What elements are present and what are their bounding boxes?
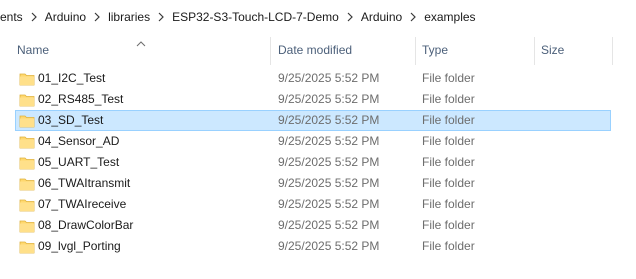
file-date-modified: 9/25/2025 5:52 PM bbox=[278, 71, 380, 85]
chevron-right-icon[interactable] bbox=[404, 10, 422, 24]
column-date-modified[interactable]: Date modified bbox=[278, 33, 352, 67]
column-size[interactable]: Size bbox=[541, 33, 564, 67]
folder-icon bbox=[19, 218, 35, 234]
file-date-modified: 9/25/2025 5:52 PM bbox=[278, 134, 380, 148]
file-explorer: ents Arduino libraries ESP32-S3-Touch-LC… bbox=[0, 0, 636, 279]
folder-icon bbox=[19, 92, 35, 108]
file-date-modified: 9/25/2025 5:52 PM bbox=[278, 197, 380, 211]
breadcrumb: ents Arduino libraries ESP32-S3-Touch-LC… bbox=[0, 0, 636, 33]
breadcrumb-item-demo[interactable]: ESP32-S3-Touch-LCD-7-Demo bbox=[170, 10, 341, 24]
list-item[interactable]: 05_UART_Test 9/25/2025 5:52 PM File fold… bbox=[15, 152, 611, 173]
file-type: File folder bbox=[422, 134, 475, 148]
chevron-right-icon[interactable] bbox=[25, 10, 43, 24]
sort-ascending-icon bbox=[136, 36, 146, 50]
list-item[interactable]: 07_TWAIreceive 9/25/2025 5:52 PM File fo… bbox=[15, 194, 611, 215]
file-name: 03_SD_Test bbox=[38, 113, 104, 127]
file-name: 08_DrawColorBar bbox=[38, 218, 134, 232]
column-name[interactable]: Name bbox=[17, 33, 49, 67]
list-item[interactable]: 03_SD_Test 9/25/2025 5:52 PM File folder bbox=[15, 110, 611, 131]
file-date-modified: 9/25/2025 5:52 PM bbox=[278, 176, 380, 190]
folder-icon bbox=[19, 113, 35, 129]
file-type: File folder bbox=[422, 197, 475, 211]
folder-icon bbox=[19, 197, 35, 213]
chevron-right-icon[interactable] bbox=[341, 10, 359, 24]
chevron-right-icon[interactable] bbox=[152, 10, 170, 24]
folder-icon bbox=[19, 134, 35, 150]
chevron-right-icon[interactable] bbox=[88, 10, 106, 24]
folder-icon bbox=[19, 71, 35, 87]
file-type: File folder bbox=[422, 155, 475, 169]
column-divider[interactable] bbox=[534, 37, 535, 65]
breadcrumb-item-examples[interactable]: examples bbox=[422, 10, 477, 24]
file-date-modified: 9/25/2025 5:52 PM bbox=[278, 92, 380, 106]
file-name: 04_Sensor_AD bbox=[38, 134, 120, 148]
folder-icon bbox=[19, 239, 35, 255]
list-item[interactable]: 09_lvgl_Porting 9/25/2025 5:52 PM File f… bbox=[15, 236, 611, 257]
file-type: File folder bbox=[422, 113, 475, 127]
file-type: File folder bbox=[422, 176, 475, 190]
file-type: File folder bbox=[422, 218, 475, 232]
breadcrumb-item-libraries[interactable]: libraries bbox=[106, 10, 152, 24]
file-date-modified: 9/25/2025 5:52 PM bbox=[278, 218, 380, 232]
column-divider[interactable] bbox=[270, 37, 271, 65]
column-divider[interactable] bbox=[612, 37, 613, 65]
file-type: File folder bbox=[422, 71, 475, 85]
column-type[interactable]: Type bbox=[422, 33, 448, 67]
column-divider[interactable] bbox=[415, 37, 416, 65]
column-header: Name Date modified Type Size bbox=[0, 33, 636, 67]
list-item[interactable]: 04_Sensor_AD 9/25/2025 5:52 PM File fold… bbox=[15, 131, 611, 152]
file-date-modified: 9/25/2025 5:52 PM bbox=[278, 113, 380, 127]
list-item[interactable]: 06_TWAItransmit 9/25/2025 5:52 PM File f… bbox=[15, 173, 611, 194]
file-name: 07_TWAIreceive bbox=[38, 197, 127, 211]
file-name: 06_TWAItransmit bbox=[38, 176, 131, 190]
list-item[interactable]: 02_RS485_Test 9/25/2025 5:52 PM File fol… bbox=[15, 89, 611, 110]
list-item[interactable]: 01_I2C_Test 9/25/2025 5:52 PM File folde… bbox=[15, 68, 611, 89]
breadcrumb-item-arduino[interactable]: Arduino bbox=[43, 10, 88, 24]
list-item[interactable]: 08_DrawColorBar 9/25/2025 5:52 PM File f… bbox=[15, 215, 611, 236]
file-type: File folder bbox=[422, 239, 475, 253]
folder-icon bbox=[19, 155, 35, 171]
breadcrumb-item-documents[interactable]: ents bbox=[0, 10, 25, 24]
folder-icon bbox=[19, 176, 35, 192]
file-name: 05_UART_Test bbox=[38, 155, 120, 169]
file-date-modified: 9/25/2025 5:52 PM bbox=[278, 155, 380, 169]
file-name: 01_I2C_Test bbox=[38, 71, 106, 85]
file-type: File folder bbox=[422, 92, 475, 106]
file-date-modified: 9/25/2025 5:52 PM bbox=[278, 239, 380, 253]
file-name: 09_lvgl_Porting bbox=[38, 239, 121, 253]
breadcrumb-item-arduino-sub[interactable]: Arduino bbox=[359, 10, 404, 24]
file-name: 02_RS485_Test bbox=[38, 92, 124, 106]
